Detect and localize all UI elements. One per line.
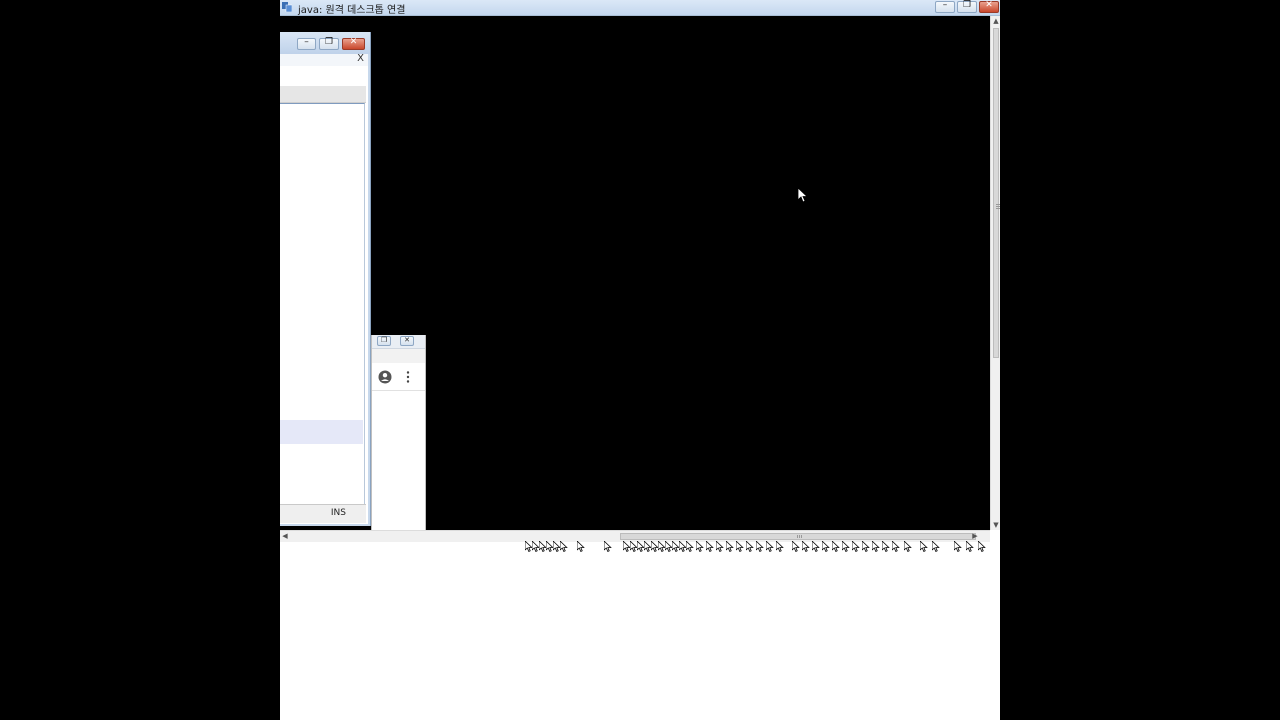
minimize-icon: – bbox=[942, 0, 948, 10]
cursor-artifact-icon bbox=[802, 541, 810, 553]
cursor-artifact-icon bbox=[862, 541, 870, 553]
scroll-grip bbox=[996, 204, 1000, 205]
cursor-artifact-icon bbox=[706, 541, 714, 553]
remote-desktop-icon bbox=[282, 2, 292, 12]
cursor-artifact-icon bbox=[822, 541, 830, 553]
dialog-list-panel[interactable] bbox=[280, 103, 365, 504]
partial-browser-window[interactable]: ❐ ✕ bbox=[371, 335, 426, 530]
minimize-icon: – bbox=[304, 37, 309, 47]
scroll-left-arrow-icon[interactable]: ◀ bbox=[280, 531, 290, 542]
scroll-up-arrow-icon[interactable]: ▲ bbox=[991, 16, 1000, 26]
selected-list-row[interactable] bbox=[280, 420, 363, 444]
cursor-artifact-icon bbox=[577, 541, 585, 553]
restore-button[interactable]: ❐ bbox=[957, 0, 977, 13]
cursor-artifact-icon bbox=[966, 541, 974, 553]
inner-close-button[interactable]: ✕ bbox=[342, 37, 365, 50]
cursor-artifact-icon bbox=[920, 541, 928, 553]
restore-icon: ❐ bbox=[324, 37, 334, 47]
cursor-artifact-icon bbox=[812, 541, 820, 553]
inner-restore-button[interactable]: ❐ bbox=[319, 37, 339, 50]
inner-dialog-caption[interactable]: – ❐ ✕ bbox=[280, 32, 370, 54]
inner-minimize-button[interactable]: – bbox=[297, 37, 316, 50]
cursor-artifact-icon bbox=[604, 541, 612, 553]
cursor-artifact-icon bbox=[686, 541, 694, 553]
cursor-artifact-icon bbox=[696, 541, 704, 553]
cursor-artifact-icon bbox=[716, 541, 724, 553]
scroll-grip bbox=[797, 535, 798, 538]
cursor-artifact-icon bbox=[736, 541, 744, 553]
close-icon: ✕ bbox=[985, 0, 993, 10]
dialog-status-bar: INS bbox=[280, 504, 366, 523]
browser-caption[interactable]: ❐ ✕ bbox=[372, 335, 425, 349]
cursor-artifact-icon bbox=[954, 541, 962, 553]
account-circle-icon[interactable] bbox=[378, 370, 392, 384]
cursor-artifact-icon bbox=[882, 541, 890, 553]
cursor-artifact-icon bbox=[726, 541, 734, 553]
close-icon: ✕ bbox=[349, 37, 358, 47]
window-titlebar[interactable]: java: 원격 데스크톱 연결 – ❐ ✕ bbox=[280, 0, 1000, 16]
inner-dialog-window[interactable]: – ❐ ✕ X INS bbox=[280, 32, 371, 526]
cursor-artifact-icon bbox=[842, 541, 850, 553]
cursor-artifact-icon bbox=[756, 541, 764, 553]
browser-restore-button[interactable]: ❐ bbox=[377, 336, 391, 346]
cursor-artifact-icon bbox=[560, 541, 568, 553]
vertical-scroll-thumb[interactable] bbox=[993, 28, 1000, 358]
minimize-button[interactable]: – bbox=[935, 0, 955, 13]
cursor-artifact-icon bbox=[892, 541, 900, 553]
window-title: java: 원격 데스크톱 연결 bbox=[298, 5, 406, 16]
more-vert-icon[interactable] bbox=[406, 370, 410, 384]
scroll-down-arrow-icon[interactable]: ▼ bbox=[991, 520, 1000, 530]
browser-close-button[interactable]: ✕ bbox=[400, 336, 414, 346]
cursor-artifact-icon bbox=[978, 541, 986, 553]
cursor-artifact-icon bbox=[904, 541, 912, 553]
cursor-artifact-icon bbox=[872, 541, 880, 553]
restore-icon: ❐ bbox=[962, 0, 972, 10]
close-button[interactable]: ✕ bbox=[979, 0, 999, 13]
cursor-artifact-icon bbox=[776, 541, 784, 553]
dialog-header-bar: X bbox=[280, 53, 368, 66]
remote-desktop-viewport[interactable]: – ❐ ✕ X INS ❐ ✕ bbox=[280, 16, 990, 530]
horizontal-scroll-thumb[interactable] bbox=[620, 533, 976, 540]
cursor-artifact-icon bbox=[766, 541, 774, 553]
browser-icon-row bbox=[372, 363, 425, 391]
browser-toolbar bbox=[372, 349, 425, 363]
close-icon: ✕ bbox=[404, 336, 410, 344]
dialog-close-x[interactable]: X bbox=[357, 53, 364, 64]
cursor-artifact-icon bbox=[746, 541, 754, 553]
cursor-artifact-icon bbox=[932, 541, 940, 553]
inner-dialog-body: X INS bbox=[280, 53, 368, 524]
insert-mode-indicator: INS bbox=[330, 508, 346, 518]
cursor-artifact-trail bbox=[520, 541, 990, 553]
vertical-scrollbar[interactable]: ▲ ▼ bbox=[990, 16, 1000, 530]
cursor-artifact-icon bbox=[792, 541, 800, 553]
cursor-artifact-icon bbox=[832, 541, 840, 553]
remote-desktop-window: java: 원격 데스크톱 연결 – ❐ ✕ – ❐ ✕ X INS ❐ ✕ ▲… bbox=[280, 0, 1000, 720]
dialog-toolbar-band bbox=[280, 86, 366, 103]
mouse-pointer-icon bbox=[798, 188, 808, 203]
cursor-artifact-icon bbox=[852, 541, 860, 553]
restore-icon: ❐ bbox=[380, 336, 388, 344]
